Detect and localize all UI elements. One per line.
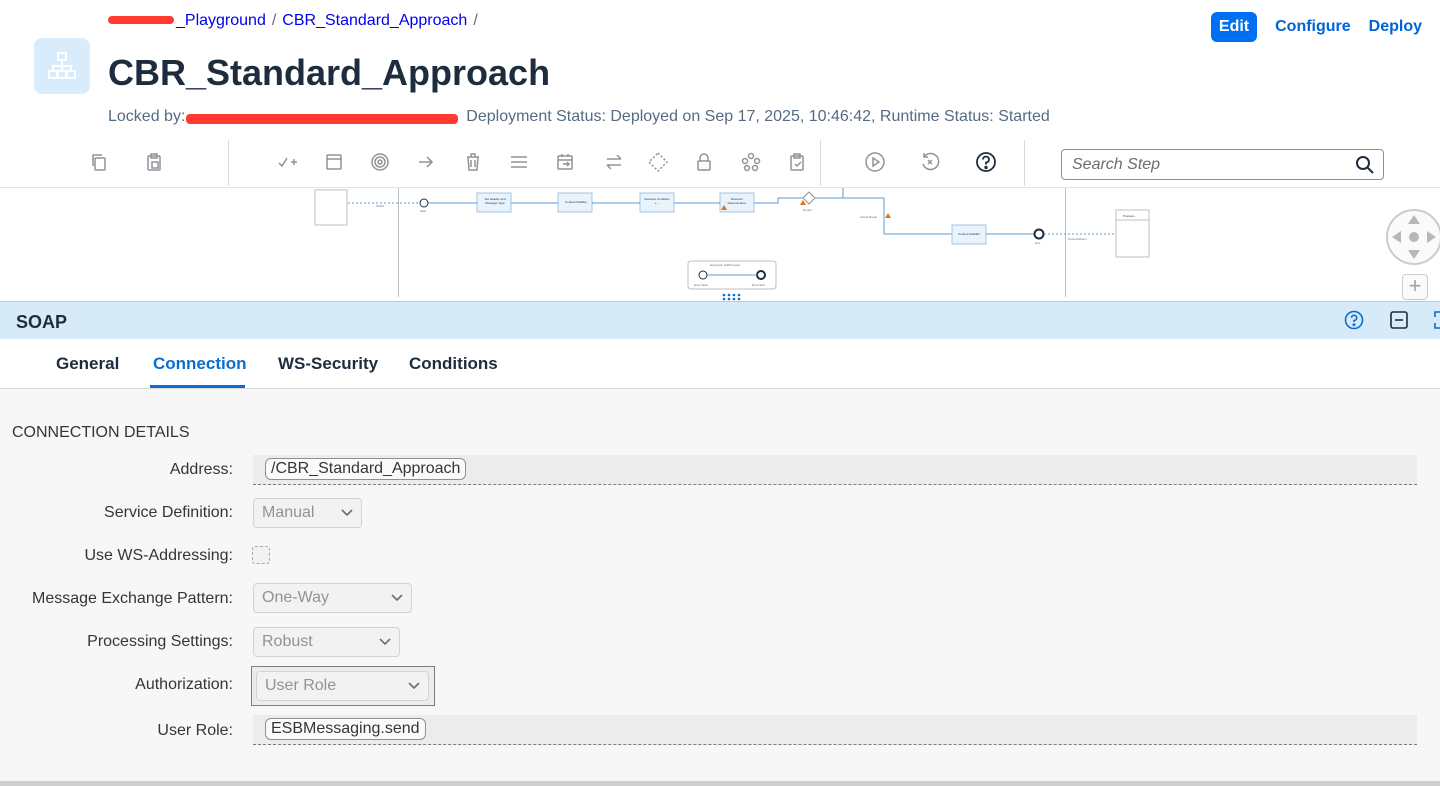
delete-icon[interactable] [461,150,485,174]
end-label: End [1035,241,1041,245]
panel-tabs: General Connection WS-Security Condition… [0,339,1440,389]
tab-general[interactable]: General [56,354,119,374]
help-icon[interactable] [974,150,998,174]
header-actions: Edit Configure Deploy [1210,12,1422,42]
gateway-icon[interactable] [646,150,670,174]
search-icon[interactable] [1355,155,1375,180]
breadcrumb: _Playground / CBR_Standard_Approach / [108,12,478,30]
swap-icon[interactable] [602,150,626,174]
service-definition-label: Service Definition: [104,504,233,521]
panel-help-icon[interactable] [1344,310,1364,335]
sender-arrow-label: SOAP [376,204,385,208]
add-step-icon[interactable] [276,150,300,174]
schedule-icon[interactable] [553,150,577,174]
deploy-button[interactable]: Deploy [1369,18,1422,36]
integration-flow-icon [34,38,90,94]
panel-title: SOAP [16,312,68,332]
receiver-condition-label: Receiver Condition +... [644,197,670,205]
user-role-field[interactable]: ESBMessaging.send [253,715,1417,745]
ws-addressing-checkbox[interactable] [252,546,270,564]
process-icon[interactable] [739,150,763,174]
user-role-token: ESBMessaging.send [265,718,426,740]
start-event [419,198,429,208]
reset-icon[interactable] [918,150,942,174]
toolbar-separator [228,140,229,186]
address-token: /CBR_Standard_Approach [265,458,467,480]
tab-ws-security[interactable]: WS-Security [278,354,378,374]
toolbar-separator [1024,140,1025,186]
service-definition-select[interactable]: Manual [253,498,362,528]
address-field[interactable]: /CBR_Standard_Approach [253,455,1417,485]
message-exchange-pattern-label: Message Exchange Pattern: [31,590,233,607]
simulate-icon[interactable] [863,150,887,174]
tab-conditions[interactable]: Conditions [409,354,498,374]
start-label: Start [420,209,427,213]
integration-flow-canvas[interactable]: SOAP Start Set Header and Message Type C… [0,187,1440,297]
user-role-label: User Role: [157,722,233,739]
content-modifier-label: Content Modifier [564,200,587,204]
copy-icon[interactable] [87,150,111,174]
end-event [1033,228,1045,240]
lock-icon[interactable] [692,150,716,174]
zoom-in-button[interactable]: + [1402,274,1428,300]
toolbar-separator [820,140,821,186]
connection-icon[interactable] [414,150,438,174]
event-icon[interactable] [368,150,392,174]
message-exchange-pattern-select[interactable]: One-Way [253,583,412,613]
paste-icon[interactable] [142,150,166,174]
breadcrumb-item-playground[interactable]: _Playground [176,12,266,30]
deployment-status: Deployment Status: Deployed on Sep 17, 2… [466,108,1050,125]
exception-subprocess-label: Exception SubProcess [710,263,741,267]
set-header-label: Set Header and Message Type [484,197,506,205]
authorization-select[interactable]: User Role [256,671,429,701]
panel-header-actions [1344,310,1440,335]
menu-icon[interactable] [507,150,531,174]
configure-button[interactable]: Configure [1275,18,1351,36]
page-header: _Playground / CBR_Standard_Approach / CB… [0,0,1440,140]
redaction-mark [186,114,458,124]
address-label: Address: [169,461,233,478]
breadcrumb-separator: / [473,12,478,29]
clipboard-icon[interactable] [785,150,809,174]
processing-settings-value: Robust [262,633,313,650]
receiver-determination-label: Receiver Determination [727,197,747,205]
receiver-label: Process... [1123,214,1137,218]
search-step-input[interactable] [1062,150,1342,179]
service-definition-value: Manual [262,504,315,521]
content-modifier-2-label: Content Modifier [957,232,980,236]
edit-button[interactable]: Edit [1210,12,1258,42]
router-gateway [802,191,816,205]
page-title: CBR_Standard_Approach [108,52,551,93]
sender-participant [314,189,348,226]
active-tab-indicator [150,385,245,388]
maximize-icon[interactable] [1434,311,1440,334]
authorization-value: User Role [265,677,337,694]
pan-control[interactable] [1386,209,1440,265]
processing-settings-label: Processing Settings: [87,633,233,650]
locked-by-label: Locked by: [108,108,186,125]
bottom-scroll-edge [0,781,1440,786]
error-start-label: Error Start [694,283,708,287]
flow-diagram [314,188,1150,290]
message-exchange-pattern-value: One-Way [262,589,329,606]
actual-route-label: Actual Route [860,215,878,219]
authorization-label: Authorization: [135,676,233,693]
chevron-down-icon [379,638,391,646]
router-label: Router [803,208,813,212]
chevron-down-icon [391,594,403,602]
breadcrumb-item-flow[interactable]: CBR_Standard_Approach [282,12,467,30]
ws-addressing-label: Use WS-Addressing: [84,547,234,564]
chevron-down-icon [408,682,420,690]
breadcrumb-separator: / [271,12,277,29]
properties-panel-header: SOAP [0,301,1440,339]
processing-settings-select[interactable]: Robust [253,627,400,657]
chevron-down-icon [341,509,353,517]
participant-icon[interactable] [322,150,346,174]
section-title: CONNECTION DETAILS [12,424,190,441]
error-end-label: Error End [752,283,765,287]
search-step-field[interactable] [1061,149,1384,180]
tab-connection[interactable]: Connection [153,354,247,374]
process-direct-label: ProcessDirect [1068,237,1087,241]
minimize-icon[interactable] [1390,311,1408,334]
